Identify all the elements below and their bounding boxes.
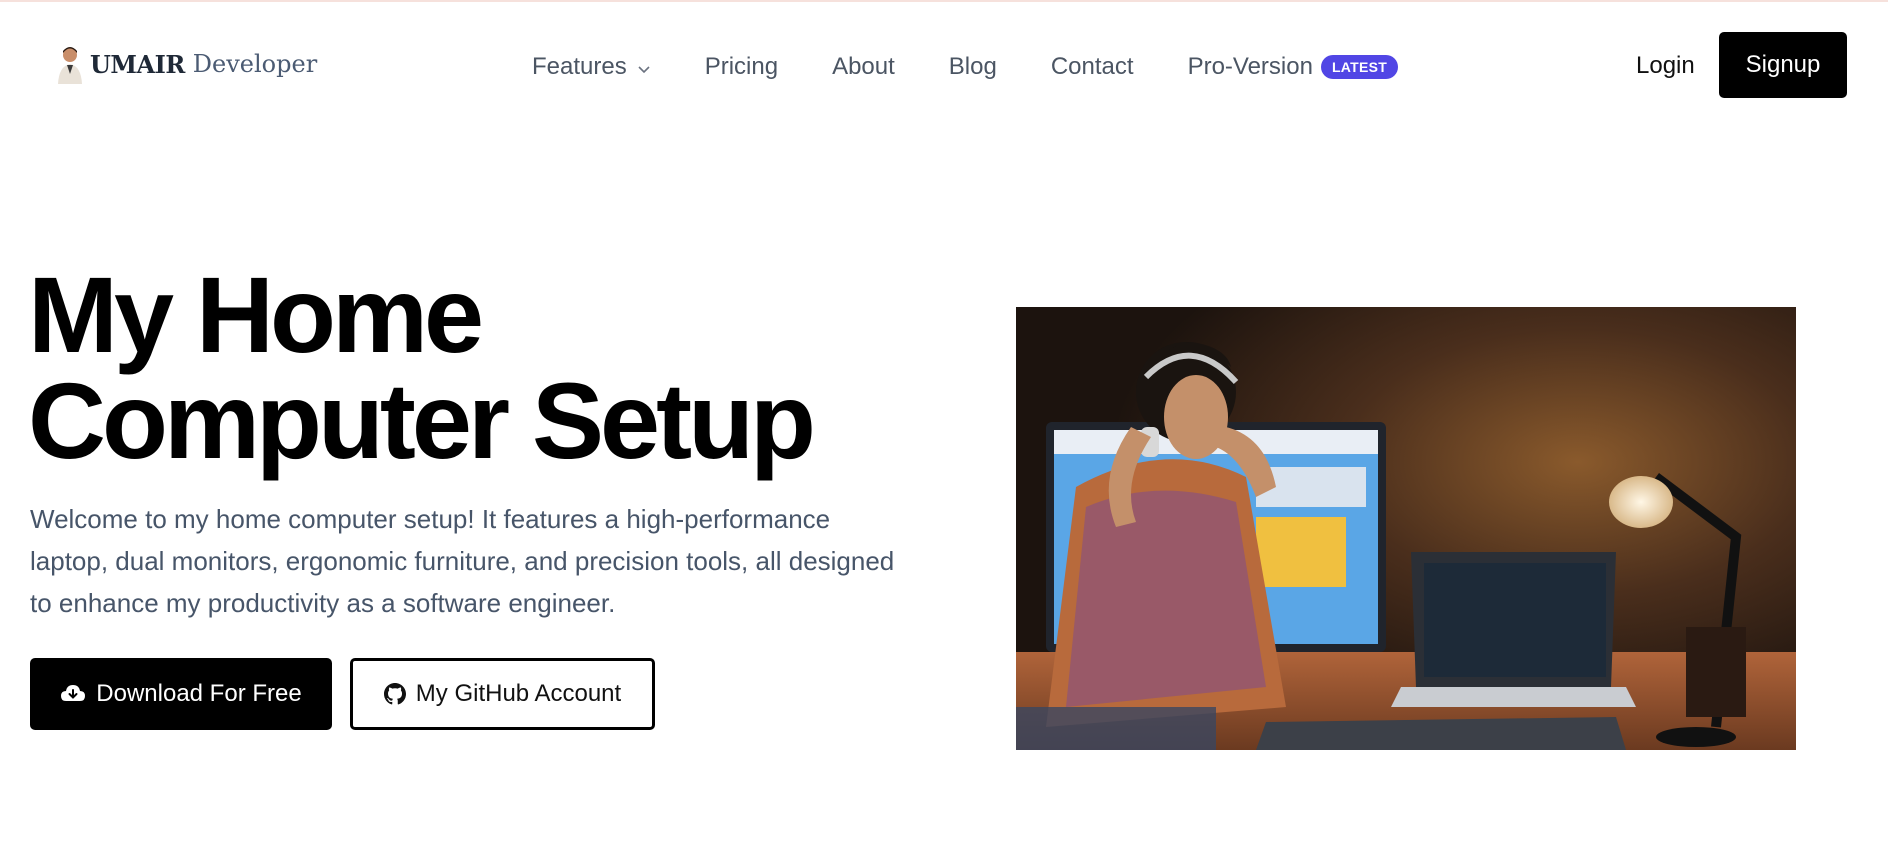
chevron-down-icon: [637, 54, 651, 82]
hero-photo: [1016, 307, 1796, 750]
hero-title-line-2: Computer Setup: [28, 360, 816, 481]
avatar: [54, 44, 86, 84]
login-link[interactable]: Login: [1636, 52, 1695, 80]
nav-item-pricing[interactable]: Pricing: [705, 53, 778, 81]
nav-item-label: Pricing: [704, 53, 779, 80]
brand-suffix: Developer: [192, 50, 318, 78]
nav-item-blog[interactable]: Blog: [949, 53, 997, 81]
brand-name: UMAIR: [90, 49, 185, 79]
github-button[interactable]: My GitHub Account: [350, 658, 655, 730]
nav-item-label: Contact: [1050, 53, 1134, 80]
github-button-label: My GitHub Account: [415, 680, 622, 707]
latest-badge: LATEST: [1320, 55, 1399, 79]
brand-logo[interactable]: UMAIR Developer: [54, 44, 317, 84]
nav-item-label: Blog: [948, 53, 997, 80]
top-accent-line: [0, 0, 1888, 2]
nav-item-label: Features: [532, 53, 627, 80]
nav-item-label: About: [832, 53, 895, 80]
github-icon: [383, 683, 406, 705]
hero-description: Welcome to my home computer setup! It fe…: [30, 504, 895, 618]
cloud-download-icon: [60, 684, 86, 704]
nav-item-features[interactable]: Features: [532, 52, 651, 82]
download-button-label: Download For Free: [96, 680, 302, 707]
nav-item-label: Pro-Version: [1187, 53, 1313, 80]
nav-item-pro-version[interactable]: Pro-Version LATEST: [1188, 53, 1399, 81]
download-button[interactable]: Download For Free: [30, 658, 332, 730]
hero-title: My Home Computer Setup: [28, 261, 928, 475]
navbar: UMAIR Developer Features Pricing About B…: [0, 30, 1888, 104]
nav-item-contact[interactable]: Contact: [1051, 53, 1134, 81]
hero-title-line-1: My Home: [28, 254, 484, 375]
nav-item-about[interactable]: About: [832, 53, 895, 81]
main-menu: Features Pricing About Blog Contact Pro-…: [532, 52, 1399, 82]
signup-button[interactable]: Signup: [1719, 32, 1847, 98]
